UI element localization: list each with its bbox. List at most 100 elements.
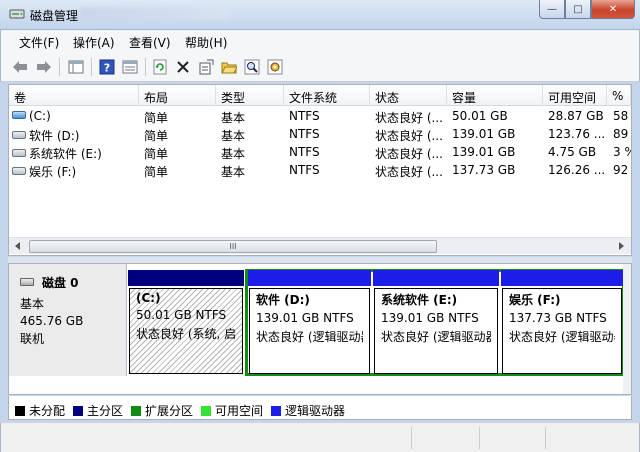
volume-name: 软件 (D:) (12, 127, 139, 144)
minimize-icon: — (547, 3, 557, 15)
volume-free-space: 123.76 ... (548, 127, 606, 141)
volume-percent-free: 3 % (613, 145, 631, 159)
menu-file[interactable]: 文件(F) (19, 34, 59, 51)
volume-name: (C:) (12, 109, 139, 123)
partition-e[interactable]: 系统软件 (E:) 139.01 GB NTFS 状态良好 (逻辑驱动器 (373, 270, 499, 375)
partition-name: 系统软件 (E:) (381, 293, 458, 307)
volume-status: 状态良好 (... (375, 165, 443, 179)
properties-list-button[interactable] (121, 58, 139, 76)
partition-body: (C:) 50.01 GB NTFS 状态良好 (系统, 启 (129, 288, 243, 374)
volume-name: 娱乐 (F:) (12, 163, 139, 180)
table-row[interactable]: 系统软件 (E:) 简单 基本 NTFS 状态良好 (... 139.01 GB… (9, 143, 631, 161)
legend-extended: 扩展分区 (131, 402, 193, 419)
volume-type: 基本 (221, 147, 246, 161)
console-tree-icon (68, 60, 84, 74)
volume-percent-free: 92 (613, 163, 629, 177)
volume-free-space: 126.26 ... (548, 163, 606, 177)
volume-type: 基本 (221, 129, 246, 143)
find-icon (244, 59, 260, 75)
partition-d[interactable]: 软件 (D:) 139.01 GB NTFS 状态良好 (逻辑驱动器 (248, 270, 371, 375)
volume-list: 卷 布局 类型 文件系统 状态 容量 可用空间 % (C:) 简单 基本 NTF… (8, 84, 632, 256)
primary-swatch (73, 406, 83, 416)
primary-partition-bar (128, 270, 244, 286)
disk-map: 磁盘 0 基本 465.76 GB 联机 (C:) 50.01 GB NTFS … (8, 263, 632, 395)
open-button[interactable] (220, 58, 238, 76)
column-free-space[interactable]: 可用空间 (543, 85, 607, 106)
help-button[interactable]: ? (98, 58, 116, 76)
disk-size: 465.76 GB (20, 314, 84, 328)
open-folder-icon (221, 62, 237, 74)
free-space-swatch (201, 406, 211, 416)
vertical-scrollbar[interactable] (623, 264, 631, 394)
system-drive-icon (12, 111, 26, 119)
forward-button[interactable] (35, 58, 53, 76)
column-filesystem[interactable]: 文件系统 (284, 85, 370, 106)
disk-0-label[interactable]: 磁盘 0 基本 465.76 GB 联机 (9, 264, 127, 376)
status-separator (479, 427, 480, 449)
volume-filesystem: NTFS (289, 163, 320, 177)
legend-primary: 主分区 (73, 402, 123, 419)
toolbar-separator (145, 58, 146, 76)
legend-logical-drive: 逻辑驱动器 (271, 402, 345, 419)
close-icon: ✕ (608, 3, 618, 15)
menu-help[interactable]: 帮助(H) (185, 34, 227, 51)
scrollbar-thumb[interactable]: III (29, 240, 437, 253)
menu-action[interactable]: 操作(A) (73, 34, 115, 51)
table-row[interactable]: 软件 (D:) 简单 基本 NTFS 状态良好 (... 139.01 GB 1… (9, 125, 631, 143)
extended-swatch (131, 406, 141, 416)
delete-icon (177, 61, 189, 73)
maximize-button[interactable]: □ (565, 0, 591, 19)
properties-icon (199, 59, 214, 75)
partition-c[interactable]: (C:) 50.01 GB NTFS 状态良好 (系统, 启 (128, 270, 244, 375)
drive-icon (12, 131, 26, 139)
table-row[interactable]: (C:) 简单 基本 NTFS 状态良好 (... 50.01 GB 28.87… (9, 107, 631, 125)
partition-name: 软件 (D:) (256, 293, 310, 307)
volume-status: 状态良好 (... (375, 129, 443, 143)
column-volume[interactable]: 卷 (9, 85, 139, 106)
partition-status: 状态良好 (系统, 启 (136, 327, 236, 341)
volume-type: 基本 (221, 165, 246, 179)
column-type[interactable]: 类型 (216, 85, 284, 106)
partition-size: 137.73 GB NTFS (509, 311, 607, 325)
minimize-button[interactable]: — (539, 0, 565, 19)
status-separator (545, 427, 546, 449)
volume-status: 状态良好 (... (375, 111, 443, 125)
drive-icon (12, 149, 26, 157)
volume-layout: 简单 (144, 129, 169, 143)
volume-name: 系统软件 (E:) (12, 145, 139, 162)
logical-drive-bar (501, 270, 623, 286)
horizontal-scrollbar[interactable]: III (9, 237, 631, 254)
back-button[interactable] (11, 58, 29, 76)
refresh-button[interactable] (151, 58, 169, 76)
volume-capacity: 50.01 GB (452, 109, 508, 123)
table-row[interactable]: 娱乐 (F:) 简单 基本 NTFS 状态良好 (... 137.73 GB 1… (9, 161, 631, 179)
menu-view[interactable]: 查看(V) (129, 34, 171, 51)
volume-layout: 简单 (144, 147, 169, 161)
console-tree-button[interactable] (67, 58, 85, 76)
settings-button[interactable] (266, 58, 284, 76)
title-bar[interactable]: 磁盘管理 — □ ✕ (0, 0, 640, 30)
logical-drive-bar (373, 270, 499, 286)
volume-free-space: 28.87 GB (548, 109, 604, 123)
column-status[interactable]: 状态 (370, 85, 447, 106)
partition-size: 50.01 GB NTFS (136, 308, 227, 322)
unallocated-swatch (15, 406, 25, 416)
menu-bar: 文件(F) 操作(A) 查看(V) 帮助(H) (0, 30, 640, 52)
close-button[interactable]: ✕ (591, 0, 635, 19)
status-bar (0, 422, 640, 452)
column-percent-free[interactable]: % (607, 85, 631, 106)
properties-button[interactable] (197, 58, 215, 76)
delete-button[interactable] (174, 58, 192, 76)
column-capacity[interactable]: 容量 (447, 85, 543, 106)
scroll-left-icon[interactable] (15, 242, 20, 250)
status-separator (411, 427, 412, 449)
forward-icon (37, 61, 51, 73)
partition-size: 139.01 GB NTFS (256, 311, 354, 325)
scroll-right-icon[interactable] (619, 242, 624, 250)
find-button[interactable] (243, 58, 261, 76)
partition-status: 状态良好 (逻辑驱动器 (256, 330, 363, 344)
toolbar-separator (59, 58, 60, 76)
partition-f[interactable]: 娱乐 (F:) 137.73 GB NTFS 状态良好 (逻辑驱动器 (501, 270, 623, 375)
column-layout[interactable]: 布局 (139, 85, 216, 106)
legend: 未分配 主分区 扩展分区 可用空间 逻辑驱动器 (8, 396, 632, 420)
